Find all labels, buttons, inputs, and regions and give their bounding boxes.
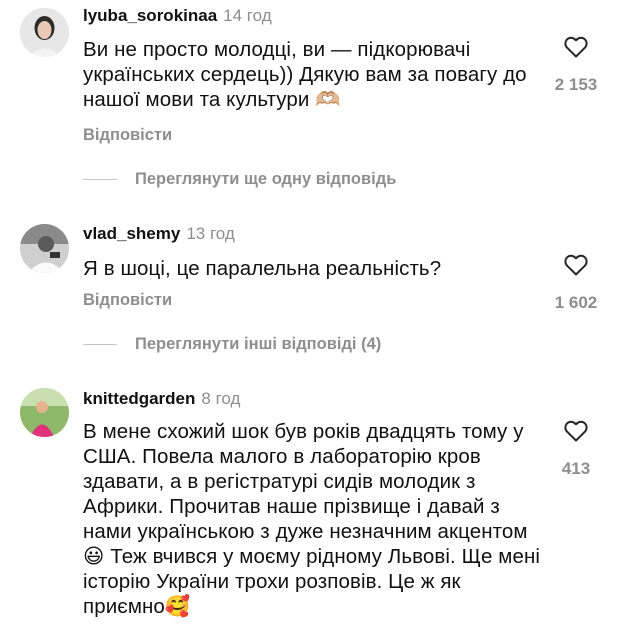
- view-replies-label: Переглянути інші відповіді (4): [135, 334, 382, 353]
- timestamp: 14 год: [223, 6, 272, 25]
- comment-meta: knittedgarden 8 год: [83, 389, 240, 409]
- like-control: 413: [536, 420, 616, 479]
- view-replies-button[interactable]: Переглянути ще одну відповідь: [83, 169, 396, 189]
- view-replies-button[interactable]: Переглянути інші відповіді (4): [83, 334, 381, 354]
- username[interactable]: vlad_shemy: [83, 224, 180, 243]
- like-count: 2 153: [554, 75, 598, 94]
- like-count: 1 602: [554, 293, 598, 312]
- reply-button[interactable]: Відповісти: [83, 291, 172, 310]
- comment-meta: lyuba_sorokinaa 14 год: [83, 6, 272, 26]
- heart-outline-icon[interactable]: [564, 420, 588, 442]
- comment-text: В мене схожий шок був років двадцять том…: [83, 420, 541, 618]
- username[interactable]: knittedgarden: [83, 389, 195, 408]
- comment-text: Ви не просто молодці, ви — підкорювачі у…: [83, 38, 527, 111]
- timestamp: 13 год: [186, 224, 235, 243]
- avatar[interactable]: [20, 8, 69, 57]
- avatar[interactable]: [20, 224, 69, 273]
- timestamp: 8 год: [201, 389, 241, 408]
- comment-text: Я в шоці, це паралельна реальність?: [83, 257, 442, 280]
- comment-meta: vlad_shemy 13 год: [83, 224, 235, 244]
- like-control: 1 602: [536, 254, 616, 313]
- like-count: 413: [561, 459, 591, 478]
- view-replies-label: Переглянути ще одну відповідь: [135, 169, 397, 188]
- heart-outline-icon[interactable]: [564, 254, 588, 276]
- username[interactable]: lyuba_sorokinaa: [83, 6, 217, 25]
- divider-line: [83, 343, 117, 345]
- divider-line: [83, 178, 117, 180]
- avatar[interactable]: [20, 388, 69, 437]
- heart-outline-icon[interactable]: [564, 36, 588, 58]
- like-control: 2 153: [536, 36, 616, 95]
- reply-button[interactable]: Відповісти: [83, 126, 172, 145]
